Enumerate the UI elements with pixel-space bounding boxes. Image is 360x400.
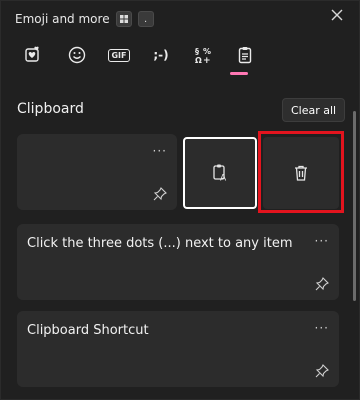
clear-all-button[interactable]: Clear all [282, 98, 346, 122]
smiley-icon [68, 46, 86, 64]
close-icon[interactable] [329, 7, 345, 23]
emoji-panel: Emoji and more . GIF ;-) § % Ω + Clipboa… [0, 0, 360, 400]
tab-clipboard[interactable] [231, 41, 259, 69]
windows-key-icon [115, 11, 132, 27]
tab-kaomoji[interactable]: ;-) [147, 41, 175, 69]
selected-tab-indicator [230, 72, 248, 75]
tab-emoji[interactable] [63, 41, 91, 69]
svg-text:§: § [195, 47, 199, 56]
symbols-icon: § % Ω + [195, 47, 211, 64]
tab-gif[interactable]: GIF [105, 41, 133, 69]
svg-text:A: A [220, 174, 227, 184]
tab-favorites[interactable] [19, 41, 47, 69]
more-options-button[interactable]: ··· [315, 321, 329, 335]
pin-icon[interactable] [153, 186, 167, 201]
more-options-button[interactable]: ··· [153, 144, 167, 158]
section-title: Clipboard [17, 101, 84, 117]
window-title: Emoji and more [15, 12, 110, 26]
pin-icon[interactable] [315, 363, 329, 378]
gif-label: GIF [108, 48, 130, 62]
svg-text:%: % [203, 47, 211, 56]
clipboard-item[interactable]: ··· [17, 134, 177, 210]
heart-icon [25, 46, 39, 62]
clipboard-icon [238, 47, 252, 64]
svg-text:Ω: Ω [195, 56, 202, 64]
clipboard-item[interactable]: Click the three dots (...) next to any i… [17, 224, 339, 300]
period-key: . [137, 11, 154, 27]
delete-item-button[interactable] [263, 137, 339, 209]
trash-icon [295, 165, 307, 181]
tab-symbols[interactable]: § % Ω + [189, 41, 217, 69]
clipboard-item-text: Click the three dots (...) next to any i… [27, 236, 293, 251]
svg-text:+: + [203, 56, 211, 64]
title-bar: Emoji and more . [15, 9, 154, 29]
pin-icon[interactable] [315, 276, 329, 291]
category-tabs: GIF ;-) § % Ω + [19, 41, 259, 77]
clipboard-item[interactable]: Clipboard Shortcut ··· [17, 311, 339, 387]
scrollbar[interactable] [353, 111, 356, 301]
paste-as-text-button[interactable]: A [183, 137, 257, 209]
more-options-button[interactable]: ··· [315, 234, 329, 248]
clipboard-item-text: Clipboard Shortcut [27, 323, 149, 338]
kaomoji-label: ;-) [153, 48, 169, 62]
paste-text-icon: A [213, 164, 227, 184]
